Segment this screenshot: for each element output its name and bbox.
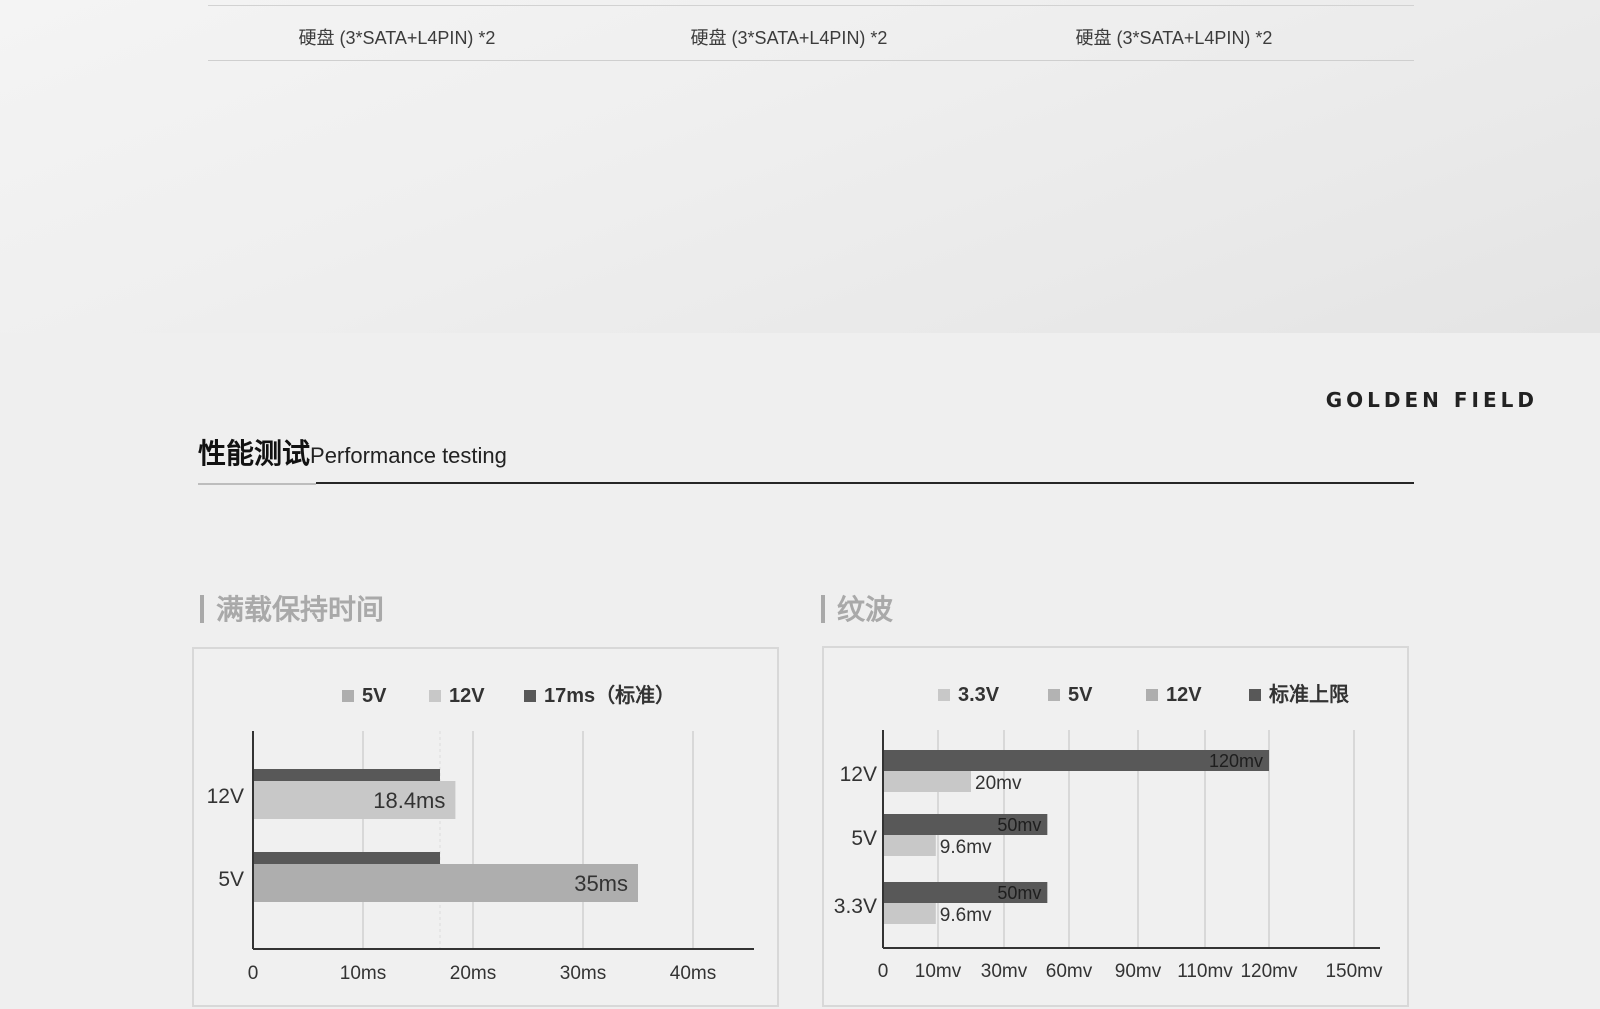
spec-cell: 硬盘 (3*SATA+L4PIN) *2 [690,28,888,48]
x-tick-label: 90mv [1115,961,1162,982]
bar-data-label: 18.4ms [373,788,445,813]
bar-data-label: 50mv [997,883,1041,903]
ripple-chart-title-text: 纹波 [837,594,894,625]
section-title-en: Performance testing [310,443,507,468]
legend-label: 3.3V [958,684,1000,706]
spec-table: 硬盘 (3*SATA+L4PIN) *2 硬盘 (3*SATA+L4PIN) *… [208,0,1414,62]
legend-label: 17ms（标准） [544,683,675,707]
legend-swatch [342,690,354,702]
ripple-chart-svg: 3.3V 5V 12V 标准上限 0 10mv 30mv 60mv 90mv 110mv 120mv… [834,682,1383,982]
legend-swatch [429,690,441,702]
title-marker [821,595,825,623]
y-tick-label: 12V [840,763,877,786]
legend-label: 5V [1068,684,1093,706]
legend-swatch [1146,689,1158,701]
spec-cell: 硬盘 (3*SATA+L4PIN) *2 [1075,28,1273,48]
x-tick-label: 30mv [981,961,1028,982]
bar-value [883,771,971,792]
title-underline [316,482,1414,484]
x-tick-label: 60mv [1046,961,1093,982]
title-underline-accent [198,483,316,485]
ripple-chart-title: 纹波 [821,588,893,628]
spec-cell: 硬盘 (3*SATA+L4PIN) *2 [298,28,496,48]
legend-label: 12V [1166,684,1202,706]
legend-label: 标准上限 [1269,682,1349,706]
ripple-chart: 3.3V 5V 12V 标准上限 0 10mv 30mv 60mv 90mv 110mv 120mv… [822,646,1409,1007]
x-tick-label: 40ms [670,963,716,984]
spec-divider-top [208,5,1414,6]
y-tick-label: 5V [218,868,244,891]
y-tick-label: 5V [851,827,877,850]
x-tick-label: 150mv [1325,961,1383,982]
bar-standard [253,852,440,864]
section-title-cn: 性能测试 [198,438,311,469]
brand-logo: GOLDEN FIELD [1325,388,1538,412]
x-tick-label: 10mv [915,961,962,982]
section-title: 性能测试Performance testing [198,432,507,472]
bar-data-label: 120mv [1209,751,1263,771]
legend-label: 12V [449,685,485,707]
bar-data-label: 35ms [574,871,628,896]
x-tick-label: 20ms [450,963,496,984]
x-tick-label: 0 [248,963,259,984]
y-tick-label: 3.3V [834,895,877,918]
x-tick-label: 10ms [340,963,386,984]
bar-data-label: 50mv [997,815,1041,835]
legend-label: 5V [362,685,387,707]
spec-divider-bottom [208,60,1414,61]
x-tick-label: 110mv [1177,961,1233,982]
legend-swatch [1048,689,1060,701]
legend-swatch [524,690,536,702]
bar-data-label: 9.6mv [940,905,992,926]
holdup-chart-title-text: 满载保持时间 [216,594,385,625]
title-marker [200,595,204,623]
bar-value [883,835,936,856]
y-tick-label: 12V [207,785,244,808]
holdup-chart: 5V 12V 17ms（标准） 0 10ms 20ms 30ms 40ms 18.4ms 12V 3… [192,647,779,1007]
legend-swatch [938,689,950,701]
bar-value [883,903,936,924]
x-tick-label: 0 [878,961,889,982]
holdup-chart-svg: 5V 12V 17ms（标准） 0 10ms 20ms 30ms 40ms 18.4ms 12V 3… [207,683,754,984]
bar-data-label: 20mv [975,773,1022,794]
x-tick-label: 30ms [560,963,606,984]
bar-data-label: 9.6mv [940,837,992,858]
x-tick-label: 120mv [1240,961,1298,982]
holdup-chart-title: 满载保持时间 [200,588,384,628]
bar-standard [253,769,440,781]
legend-swatch [1249,689,1261,701]
